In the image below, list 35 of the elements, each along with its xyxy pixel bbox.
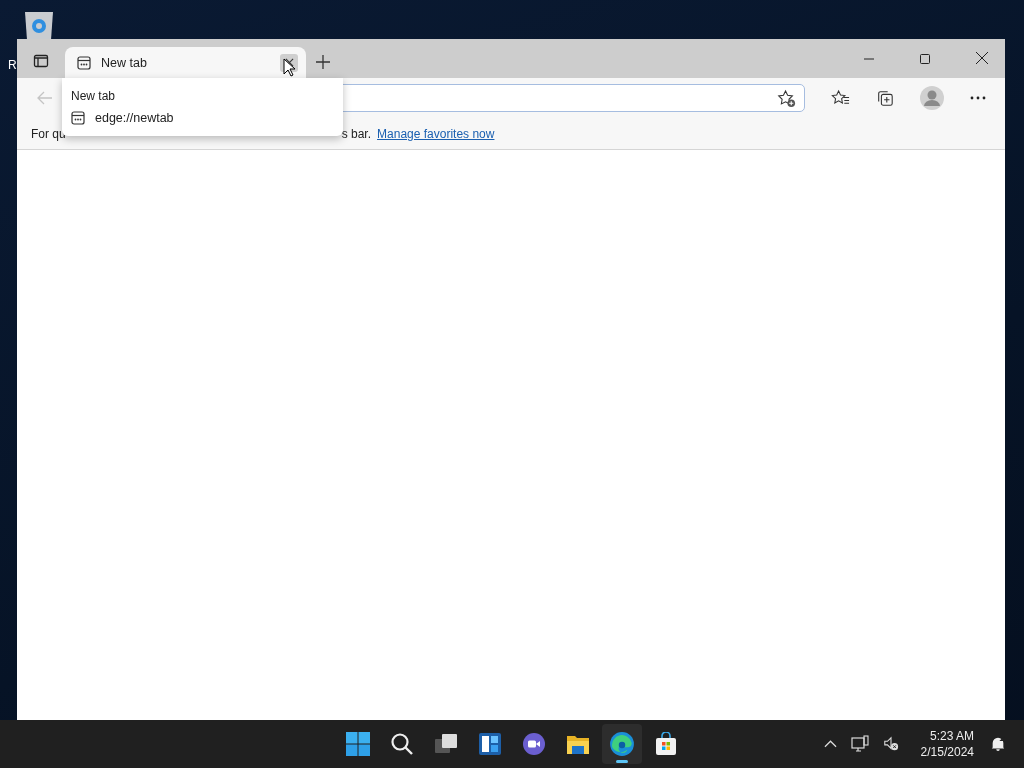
mouse-cursor-icon — [283, 58, 295, 77]
store-bag-icon — [654, 732, 678, 756]
new-tab-icon[interactable] — [316, 55, 330, 69]
browser-logo-icon — [609, 731, 635, 757]
close-icon[interactable] — [976, 52, 988, 64]
video-chat-icon — [522, 732, 546, 756]
search-icon — [390, 732, 414, 756]
profile-avatar-icon[interactable] — [920, 86, 944, 110]
page-icon — [77, 55, 91, 70]
muted-speaker-icon[interactable] — [882, 736, 899, 752]
desktop-icon-label: R — [8, 58, 17, 72]
browser-tab[interactable]: New tab — [65, 47, 306, 78]
recycle-bin-icon[interactable] — [22, 10, 56, 40]
task-view-icon — [434, 732, 458, 756]
chevron-up-icon[interactable] — [823, 740, 837, 748]
windows-logo-icon — [346, 732, 370, 756]
manage-favorites-link[interactable]: Manage favorites now — [377, 126, 495, 141]
notification-bell-icon[interactable] — [990, 736, 1006, 752]
taskbar-app-button[interactable] — [602, 724, 642, 764]
collections-icon[interactable] — [876, 89, 894, 107]
tab-title: New tab — [101, 55, 148, 70]
network-icon[interactable] — [850, 735, 869, 753]
more-options-icon[interactable] — [970, 96, 986, 100]
clock[interactable]: 5:23 AM 2/15/2024 — [920, 728, 974, 760]
clock-time: 5:23 AM — [929, 728, 974, 744]
active-indicator — [616, 760, 628, 763]
maximize-icon[interactable] — [920, 54, 930, 64]
favorites-bar-text: s bar. — [341, 126, 372, 141]
sidebar-icon[interactable] — [33, 53, 49, 69]
hover-card-url: edge://newtab — [95, 111, 174, 125]
add-favorite-icon[interactable] — [777, 88, 796, 108]
hover-card-title: New tab — [71, 89, 117, 103]
page-icon — [71, 111, 85, 125]
clock-date: 2/15/2024 — [920, 744, 974, 760]
widgets-icon — [478, 732, 502, 756]
